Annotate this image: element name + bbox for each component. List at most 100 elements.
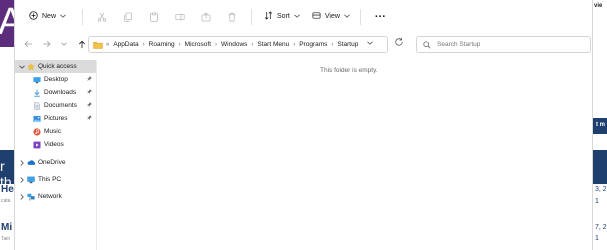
view-button[interactable]: View xyxy=(308,7,354,27)
breadcrumb-item[interactable]: AppData xyxy=(113,41,138,48)
chevron-right-icon[interactable]: › xyxy=(251,42,253,48)
tree-label: Downloads xyxy=(44,89,77,96)
tree-item-desktop[interactable]: Desktop xyxy=(15,73,96,86)
arrow-right-icon xyxy=(42,41,50,47)
background-banner-letter: A xyxy=(0,1,14,43)
chevron-right-icon[interactable]: › xyxy=(293,42,295,48)
chevron-down-icon[interactable] xyxy=(19,63,25,70)
tree-item-music[interactable]: Music xyxy=(15,125,96,138)
tree-label: Network xyxy=(38,193,62,200)
search-icon xyxy=(423,40,431,49)
tree-label: OneDrive xyxy=(38,159,66,166)
background-text: vie xyxy=(594,3,603,9)
more-options-button[interactable]: ··· xyxy=(371,7,390,27)
pin-icon xyxy=(87,89,92,96)
rename-icon[interactable] xyxy=(170,7,190,27)
back-button[interactable] xyxy=(19,35,37,53)
plus-circle-icon xyxy=(29,11,38,22)
file-list-area[interactable]: This folder is empty. xyxy=(99,60,592,250)
document-icon xyxy=(33,101,41,110)
copy-icon[interactable] xyxy=(118,7,138,27)
chevron-down-icon xyxy=(60,13,66,20)
breadcrumb-item[interactable]: Start Menu xyxy=(257,41,289,48)
cloud-icon xyxy=(27,159,35,167)
command-bar: New Sort View ··· xyxy=(15,0,592,33)
chevron-right-icon[interactable]: › xyxy=(215,42,217,48)
search-box[interactable]: Search Startup xyxy=(416,36,591,53)
more-label: ··· xyxy=(374,10,386,23)
breadcrumb-item-current[interactable]: Startup xyxy=(337,41,358,48)
sort-icon xyxy=(264,11,273,22)
forward-button[interactable] xyxy=(37,35,55,53)
delete-icon[interactable] xyxy=(222,7,242,27)
background-banner: A xyxy=(0,0,14,47)
background-strip-text: r th xyxy=(0,158,12,184)
refresh-button[interactable] xyxy=(394,37,404,49)
refresh-icon xyxy=(395,37,403,46)
music-icon xyxy=(33,127,41,136)
share-icon[interactable] xyxy=(196,7,216,27)
chevron-right-icon[interactable] xyxy=(19,176,25,183)
breadcrumb-item[interactable]: Roaming xyxy=(149,41,175,48)
toolbar-separator xyxy=(251,8,253,25)
background-number: 1 xyxy=(595,235,599,242)
sort-label: Sort xyxy=(277,13,290,20)
star-icon xyxy=(27,62,35,71)
breadcrumb-overflow[interactable]: « xyxy=(106,42,109,48)
tree-label: Desktop xyxy=(44,76,68,83)
chevron-right-icon[interactable]: › xyxy=(331,42,333,48)
pin-icon xyxy=(87,115,92,122)
toolbar-separator xyxy=(82,8,84,25)
chevron-right-icon[interactable] xyxy=(19,193,25,200)
tree-item-documents[interactable]: Documents xyxy=(15,99,96,112)
chevron-right-icon[interactable]: › xyxy=(143,42,145,48)
tree-item-quick-access[interactable]: Quick access xyxy=(15,60,96,73)
paste-icon[interactable] xyxy=(144,7,164,27)
background-page-left: A r th He cata Mi Tain xyxy=(0,0,14,250)
tree-label: Documents xyxy=(44,102,77,109)
breadcrumb-item[interactable]: Microsoft xyxy=(185,41,211,48)
videos-icon xyxy=(33,141,41,149)
sort-button[interactable]: Sort xyxy=(260,7,304,27)
search-placeholder: Search Startup xyxy=(437,41,481,48)
pictures-icon xyxy=(33,115,41,123)
navigation-bar: « AppData › Roaming › Microsoft › Window… xyxy=(15,33,592,55)
tree-item-pictures[interactable]: Pictures xyxy=(15,112,96,125)
tree-label: Quick access xyxy=(38,63,77,70)
chevron-right-icon[interactable]: › xyxy=(179,42,181,48)
breadcrumb-item[interactable]: Windows xyxy=(221,41,247,48)
background-page-right: vie t m 3, 2 1 7, 2 1 xyxy=(593,0,607,250)
folder-icon xyxy=(93,41,103,49)
new-label: New xyxy=(42,13,57,20)
tree-item-downloads[interactable]: Downloads xyxy=(15,86,96,99)
address-bar[interactable]: « AppData › Roaming › Microsoft › Window… xyxy=(88,36,388,53)
tree-label: Pictures xyxy=(44,115,68,122)
tree-label: Videos xyxy=(44,141,64,148)
cut-icon[interactable] xyxy=(92,7,112,27)
file-explorer-window: New Sort View ··· « AppData › Roaming › … xyxy=(14,0,593,250)
view-icon xyxy=(312,11,321,22)
navigation-pane: Quick access Desktop Downloads Documents… xyxy=(15,60,97,250)
pin-icon xyxy=(87,102,92,109)
chevron-down-icon xyxy=(61,42,67,46)
background-tag: t m xyxy=(593,118,607,134)
tree-label: Music xyxy=(44,128,61,135)
tree-item-onedrive[interactable]: OneDrive xyxy=(15,156,96,169)
background-number: 3, 2 xyxy=(595,186,607,193)
pin-icon xyxy=(87,76,92,83)
tree-item-this-pc[interactable]: This PC xyxy=(15,173,96,186)
new-button[interactable]: New xyxy=(25,7,70,27)
download-arrow-icon xyxy=(33,89,41,97)
address-history-chevron-icon[interactable] xyxy=(367,40,373,47)
chevron-down-icon xyxy=(344,13,350,20)
tree-item-videos[interactable]: Videos xyxy=(15,138,96,151)
breadcrumb-item[interactable]: Programs xyxy=(299,41,327,48)
tree-item-network[interactable]: Network xyxy=(15,190,96,203)
empty-folder-message: This folder is empty. xyxy=(320,67,378,74)
desktop-icon xyxy=(33,76,41,84)
recent-locations-button[interactable] xyxy=(55,35,73,53)
computer-icon xyxy=(27,176,35,184)
background-number: 7, 2 xyxy=(595,224,607,231)
chevron-right-icon[interactable] xyxy=(19,159,25,166)
background-number: 1 xyxy=(595,198,599,205)
